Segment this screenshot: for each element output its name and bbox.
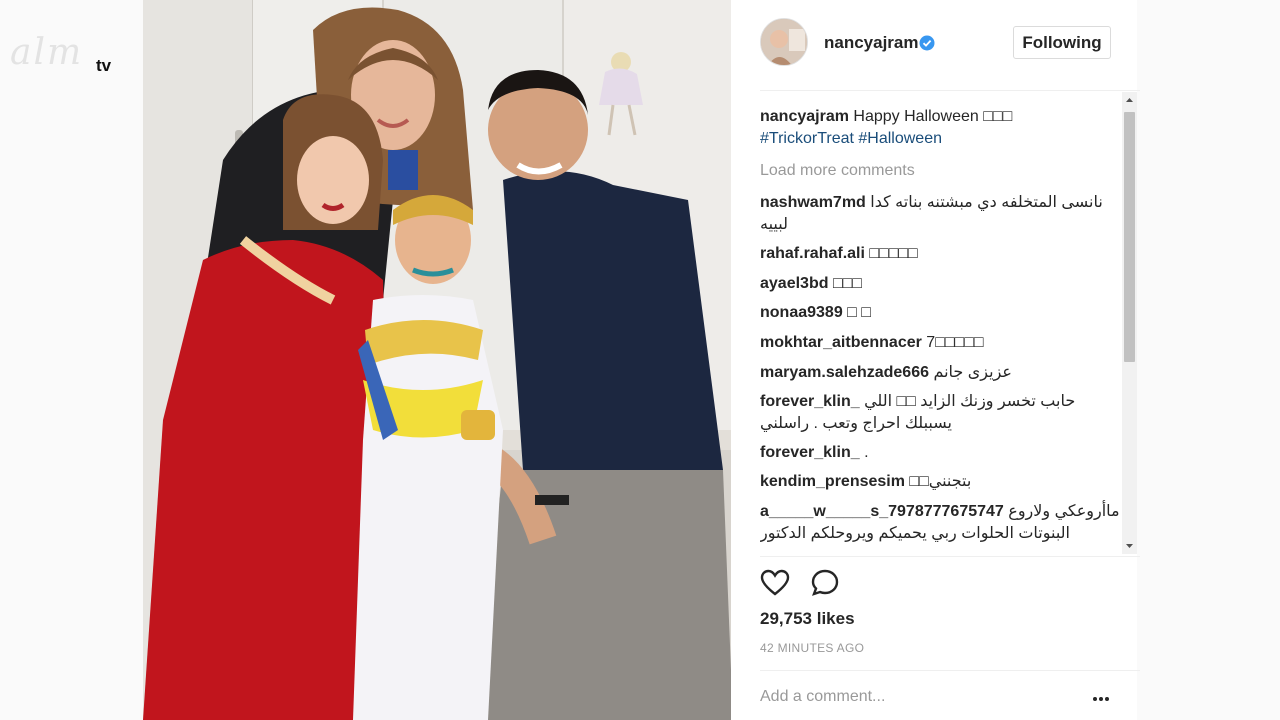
comment-input-divider [760,670,1140,671]
post-sidebar: nancyajram Following nancyajram Happy Ha… [731,0,1140,720]
post-header: nancyajram Following [731,0,1137,90]
header-divider [760,90,1140,91]
watermark-script: alm [10,32,84,73]
post-timestamp: 42 MINUTES AGO [760,641,865,655]
scrollbar-thumb[interactable] [1124,112,1135,362]
scroll-up-arrow-icon[interactable] [1122,92,1137,108]
hashtag-trickortreat[interactable]: #TrickorTreat [760,130,854,147]
comment-item: mokhtar_aitbennacer 7□□□□□ [760,332,1120,354]
likes-count[interactable]: 29,753 likes [760,609,855,629]
comment-item: ayael3bd □□□ [760,273,1120,295]
comment-item: a_____w_____s_7978777675747 ماأروعكي ولا… [760,501,1120,545]
watermark-tv: tv [96,56,112,75]
load-more-comments-link[interactable]: Load more comments [760,160,915,182]
comment-item: rahaf.rahaf.ali □□□□□ [760,243,1120,265]
comment-text: □ □ [847,304,871,321]
comment-username[interactable]: rahaf.rahaf.ali [760,245,865,262]
actions-divider [760,556,1140,557]
caption-username[interactable]: nancyajram [760,108,849,125]
caption-emoji: □□□ [983,108,1013,125]
following-button[interactable]: Following [1013,26,1111,59]
photo-illustration [143,0,731,720]
post-photo[interactable] [143,0,731,720]
hashtag-halloween[interactable]: #Halloween [858,130,942,147]
comment-text: بتجنني□□ [909,473,972,490]
comment-text: □□□ [832,275,862,292]
comment-item: forever_klin_ . [760,442,1120,464]
comment-username[interactable]: maryam.salehzade666 [760,364,929,381]
comment-text: عزيزى جانم [933,364,1012,381]
comment-username[interactable]: a_____w_____s_7978777675747 [760,503,1004,520]
comment-item: nonaa9389 □ □ [760,302,1120,324]
comment-text: 7□□□□□ [926,334,984,351]
avatar-image [761,19,807,65]
add-comment-input[interactable]: Add a comment... [760,688,885,706]
more-options-icon[interactable] [1091,688,1111,708]
channel-watermark: alm tv [10,20,120,80]
heart-icon[interactable] [760,568,790,598]
comment-username[interactable]: ayael3bd [760,275,828,292]
right-margin [1137,0,1280,720]
comment-icon[interactable] [810,568,840,598]
comment-item: forever_klin_ حابب تخسر وزنك الزايد □□ ا… [760,391,1120,435]
avatar[interactable] [760,18,808,66]
comment-item: maryam.salehzade666 عزيزى جانم [760,362,1120,384]
comments-scrollbar[interactable] [1122,92,1137,554]
scroll-down-arrow-icon[interactable] [1122,538,1137,554]
left-margin: alm tv [0,0,143,720]
post-author-username[interactable]: nancyajram [824,33,919,53]
comment-text: □□□□□ [869,245,918,262]
comments-list[interactable]: nancyajram Happy Halloween □□□ #TrickorT… [760,100,1120,554]
verified-badge-icon [919,35,935,51]
comment-username[interactable]: mokhtar_aitbennacer [760,334,922,351]
comment-username[interactable]: forever_klin_ [760,393,860,410]
comment-username[interactable]: kendim_prensesim [760,473,905,490]
comment-text: . [864,444,869,461]
comment-username[interactable]: nonaa9389 [760,304,843,321]
comment-username[interactable]: forever_klin_ [760,444,860,461]
caption-text: Happy Halloween [853,108,979,125]
caption: nancyajram Happy Halloween □□□ #TrickorT… [760,106,1120,150]
comment-username[interactable]: nashwam7md [760,194,866,211]
comment-item: kendim_prensesim بتجنني□□ [760,471,1120,493]
comment-item: nashwam7md نانسى المتخلفه دي مبشتنه بنات… [760,192,1120,236]
